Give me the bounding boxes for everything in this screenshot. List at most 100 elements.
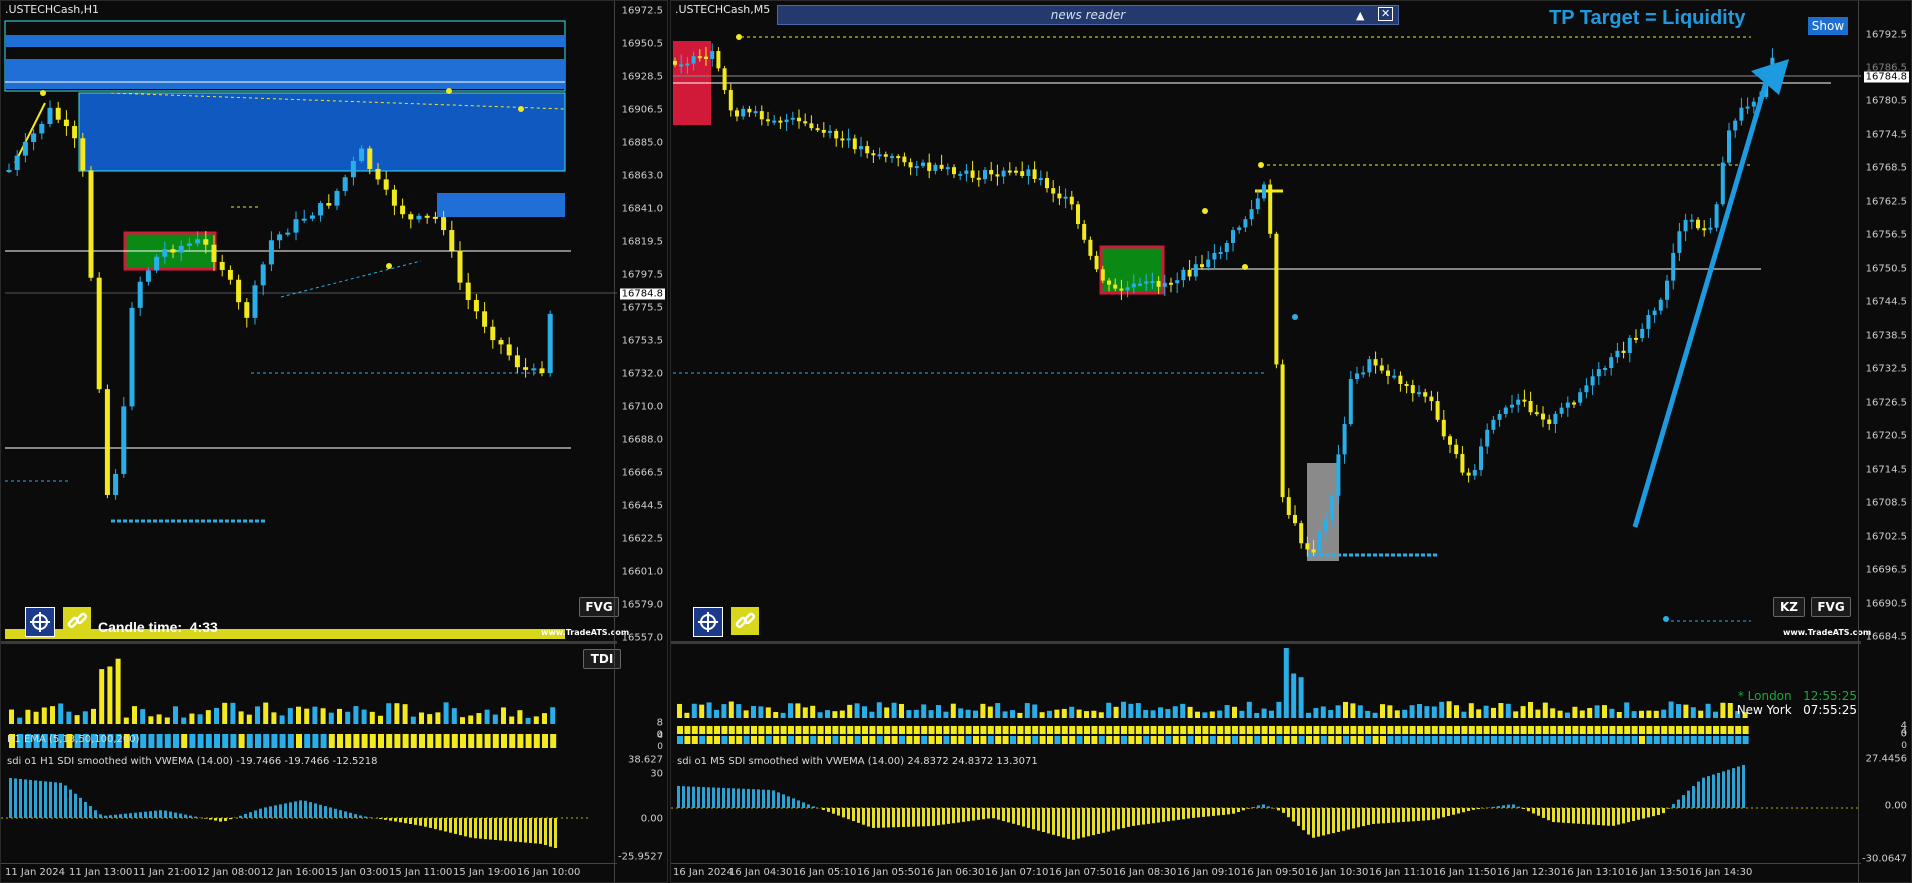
price-axis-m5[interactable]: 16792.5 16786.5 16780.5 16774.5 16768.5 …: [1858, 1, 1911, 882]
chart-window-m5[interactable]: .USTECHCash,M5 news reader ▲ ✕ TP Target…: [670, 0, 1912, 883]
main-price-plot-m5[interactable]: [671, 1, 1861, 641]
sdi-bar: [439, 818, 442, 831]
candle-body: [1051, 188, 1056, 194]
crosshair-target-icon[interactable]: [25, 607, 55, 637]
sdi-bar: [927, 808, 930, 827]
kz-button[interactable]: KZ: [1773, 597, 1805, 617]
ema-strip-cell: [1224, 726, 1231, 734]
ema-strip-cell: [1683, 726, 1690, 734]
ema-strip-cell: [1113, 726, 1120, 734]
candle-body: [449, 230, 455, 251]
ema-strip-cell: [1010, 726, 1016, 734]
ema-strip-cell: [795, 726, 802, 734]
ema-strip-cell: [1513, 736, 1520, 744]
ema-strip-cell: [419, 734, 425, 748]
sdi-pane-h1[interactable]: [1, 752, 617, 866]
volume-bar: [1646, 710, 1652, 718]
candle-body: [883, 154, 888, 157]
volume-bar: [1565, 712, 1570, 718]
candle-body: [728, 90, 733, 111]
price-tick: 16762.5: [1865, 196, 1907, 208]
volume-pane-m5[interactable]: [671, 644, 1861, 722]
volume-bar: [965, 709, 971, 718]
sdi-bar: [1642, 808, 1645, 819]
volume-bar: [714, 709, 719, 718]
candle-body: [211, 244, 217, 262]
ema-strip-cell: [1091, 736, 1098, 744]
ema-strip-cell: [1424, 726, 1431, 734]
volume-bar: [419, 712, 424, 724]
volume-bar: [1246, 701, 1252, 718]
news-reader-bar[interactable]: news reader ▲ ✕: [777, 5, 1399, 25]
sdi-bar: [972, 808, 975, 821]
volume-bar: [1505, 703, 1511, 718]
volume-bar: [1076, 709, 1082, 718]
sdi-bar: [459, 818, 462, 836]
sdi-bar: [1002, 808, 1005, 822]
ema-strip-cell: [728, 736, 735, 744]
price-tick: 16579.0: [621, 599, 663, 611]
ema-strip-cell: [773, 736, 780, 744]
sdi-bar: [917, 808, 920, 827]
ema-strip-cell: [965, 726, 972, 734]
sdi-pane-m5[interactable]: [671, 752, 1861, 866]
candle-body: [104, 389, 110, 495]
candle-body: [498, 340, 504, 345]
close-icon[interactable]: ✕: [1378, 7, 1394, 21]
ema-strip-cell: [714, 736, 720, 744]
candle-body: [778, 120, 783, 123]
fvg-button-h1[interactable]: FVG: [579, 597, 619, 617]
volume-pane-h1[interactable]: [1, 644, 617, 730]
sdi-bar: [1637, 808, 1640, 820]
collapse-up-icon[interactable]: ▲: [1356, 7, 1364, 25]
sdi-bar: [9, 778, 12, 818]
volume-bar: [1121, 701, 1126, 718]
link-chain-icon[interactable]: [731, 607, 759, 635]
ema-strip-cell: [1409, 726, 1416, 734]
price-axis-h1[interactable]: 16972.5 16950.5 16928.5 16906.5 16885.0 …: [614, 1, 667, 882]
sdi-bar: [1697, 781, 1700, 808]
candle-body: [1367, 359, 1372, 373]
sdi-bar: [1292, 808, 1295, 822]
chart-window-h1[interactable]: .USTECHCash,H1 Candle time: 4:33 FVG www…: [0, 0, 668, 883]
volume-bar: [1468, 703, 1474, 718]
price-tick: 16622.5: [621, 533, 663, 545]
time-label: 16 Jan 08:30: [1113, 867, 1177, 878]
candle-body: [1671, 252, 1676, 281]
ema-strip-cell: [1187, 736, 1194, 744]
ema-strip-cell: [435, 734, 442, 748]
volume-bar: [66, 711, 72, 724]
main-price-plot-h1[interactable]: [1, 1, 617, 641]
sdi-bar: [494, 818, 497, 840]
ema-strip-cell: [677, 726, 683, 734]
volume-bar: [1579, 710, 1585, 718]
ema-pane-m5[interactable]: [671, 722, 1861, 752]
candle-body: [1169, 282, 1173, 285]
candle-body: [514, 355, 520, 368]
candle-body: [1491, 419, 1496, 430]
ema-strip-cell: [517, 734, 524, 748]
volume-bar: [1343, 701, 1348, 718]
sdi-bar: [1467, 808, 1470, 811]
sdi-bar: [1422, 808, 1425, 821]
candle-body: [408, 214, 414, 220]
price-tick: 16557.0: [621, 632, 663, 644]
candle-body: [1510, 404, 1514, 408]
candle-body: [1100, 269, 1105, 281]
volume-bar: [501, 707, 506, 724]
ema-strip-cell: [1202, 736, 1209, 744]
ema-strip-cell: [1557, 736, 1564, 744]
link-chain-icon[interactable]: [63, 607, 91, 635]
volume-bar: [99, 669, 105, 724]
candle-body: [318, 203, 324, 216]
ema-strip-cell: [899, 726, 905, 734]
sdi-bar: [702, 787, 705, 808]
fvg-button-m5[interactable]: FVG: [1811, 597, 1851, 617]
volume-bar: [312, 706, 318, 724]
volume-bar: [980, 703, 986, 718]
show-button[interactable]: Show: [1808, 17, 1848, 35]
price-tick: 16732.0: [621, 368, 663, 380]
sdi-bar: [1257, 805, 1260, 808]
candle-body: [1026, 169, 1031, 176]
crosshair-target-icon[interactable]: [693, 607, 723, 637]
